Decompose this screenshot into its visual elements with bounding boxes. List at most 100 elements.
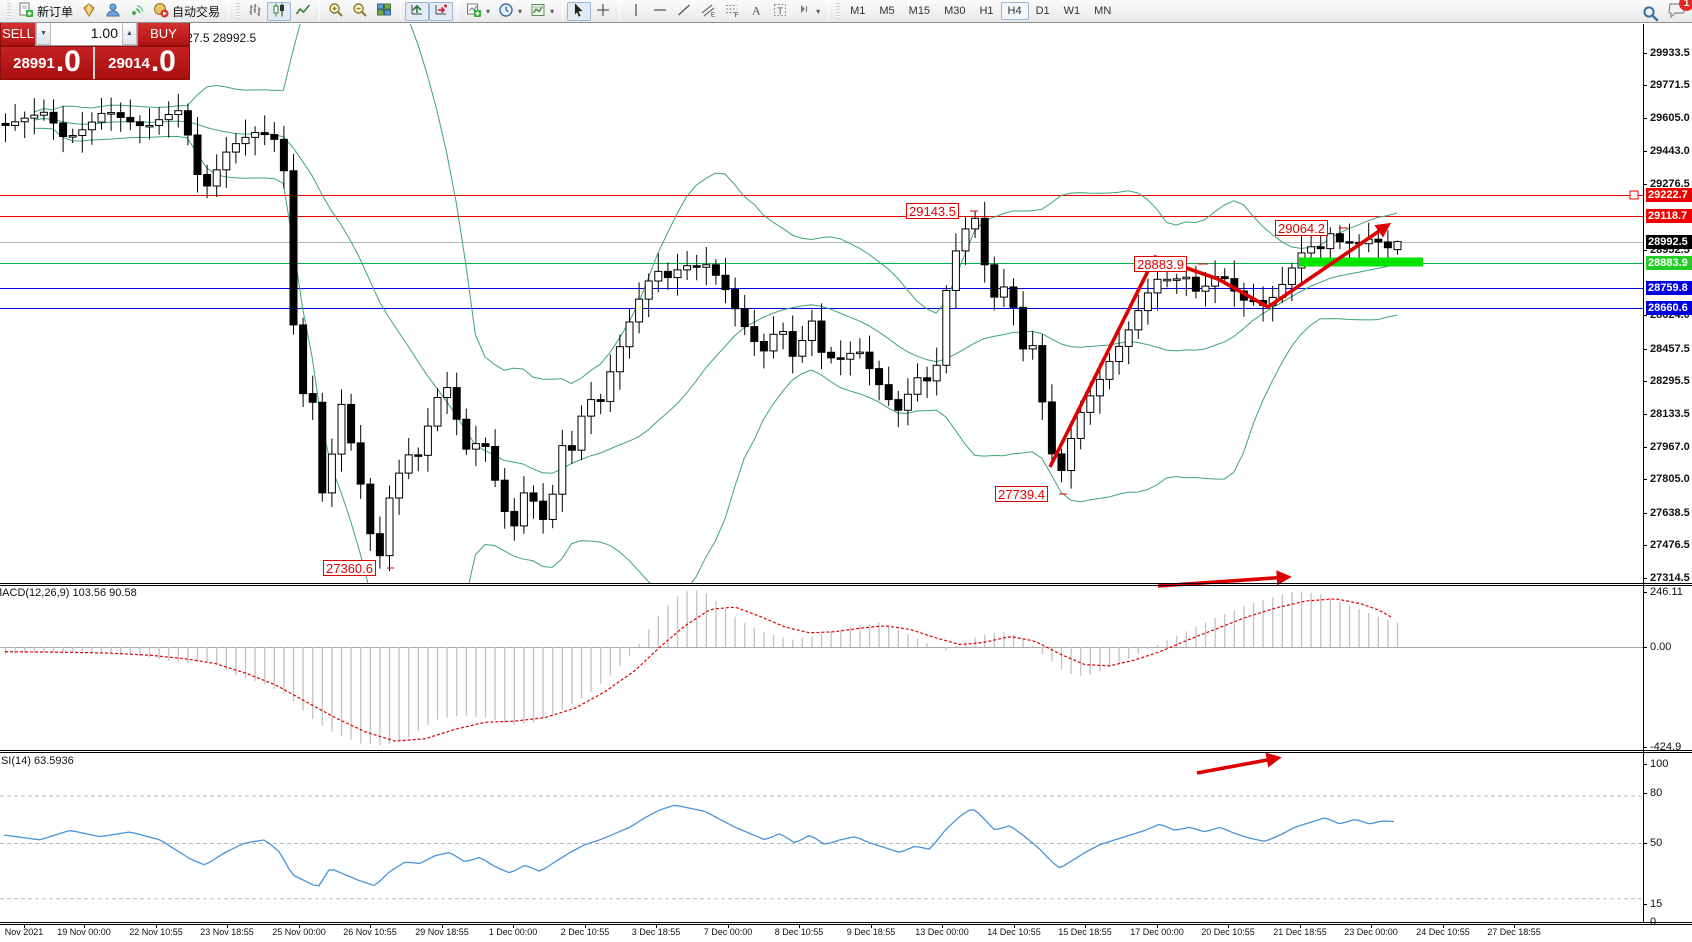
price-axis-tick: 27314.5 (1650, 572, 1692, 584)
magn-plus-icon (328, 2, 344, 21)
horizontal-line-button[interactable] (648, 2, 672, 21)
crosshair-button[interactable] (591, 2, 615, 21)
price-axis-tick: 28295.5 (1650, 375, 1692, 387)
price-axis-badge: 28759.8 (1646, 281, 1692, 295)
time-axis-label: 20 Dec 10:55 (1201, 927, 1255, 937)
price-axis-badge: 28992.5 (1646, 235, 1692, 249)
price-annotation-label[interactable]: 27360.6 (323, 560, 376, 576)
timeframe-button-h1[interactable]: H1 (972, 2, 1000, 20)
rsi-axis-tick: 50 (1650, 837, 1692, 849)
volume-value[interactable]: 1.00 (51, 21, 122, 45)
magn-minus-icon (352, 2, 368, 21)
tiles-icon (376, 2, 392, 21)
volume-decrease-button[interactable]: ▼ (36, 21, 51, 45)
label-button[interactable]: T (768, 2, 792, 21)
timeframe-button-m1[interactable]: M1 (843, 2, 872, 20)
timeframe-button-w1[interactable]: W1 (1057, 2, 1088, 20)
chart-window[interactable]: JPN225-,H4 28952.5 28997.5 28927.5 28992… (0, 24, 1692, 942)
price-axis-tick: 27476.5 (1650, 539, 1692, 551)
volume-increase-button[interactable]: ▲ (122, 21, 137, 45)
hline-icon (652, 2, 668, 21)
toolbar-button-label: 新订单 (37, 3, 73, 20)
price-axis-badge: 29222.7 (1646, 188, 1692, 202)
sell-button[interactable]: SELL (0, 20, 35, 46)
candlestick-chart-button[interactable] (267, 2, 291, 21)
chat-icon[interactable]: 1 (1668, 2, 1686, 23)
timeframe-button-mn[interactable]: MN (1087, 2, 1118, 20)
time-axis-label: 8 Dec 10:55 (775, 927, 824, 937)
market-watch-button[interactable] (77, 2, 101, 21)
trendline-button[interactable] (672, 2, 696, 21)
buy-price[interactable]: 29014 .0 (95, 47, 189, 79)
chevron-down-icon[interactable]: ▾ (816, 7, 820, 16)
timeframe-button-m30[interactable]: M30 (937, 2, 972, 20)
time-axis-label: 29 Nov 18:55 (415, 927, 469, 937)
vline-icon (628, 2, 644, 21)
signals-button[interactable] (125, 2, 149, 21)
time-axis-label: 3 Dec 18:55 (632, 927, 681, 937)
new-order-button[interactable]: 新订单 (14, 2, 77, 21)
chart-shift-button[interactable] (429, 2, 453, 21)
periods-button[interactable]: ▾ (494, 2, 526, 21)
toolbar-grip[interactable] (836, 3, 840, 19)
tile-windows-button[interactable] (372, 2, 396, 21)
terminal-window: 新订单 自动交易 ▾ ▾ ▾ E FAT ▾ M1M5M15M30H1H4D1W1MN 1 (0, 0, 1692, 942)
toolbar-separator (228, 3, 229, 19)
fibonacci-button[interactable]: F (720, 2, 744, 21)
candles-icon (271, 2, 287, 21)
price-axis-tick: 29443.0 (1650, 145, 1692, 157)
autoscroll-icon (409, 2, 425, 21)
macd-indicator-label: MACD(12,26,9) 103.56 90.58 (0, 587, 137, 599)
timeframe-button-h4[interactable]: H4 (1001, 2, 1029, 20)
toolbar-separator (400, 3, 401, 19)
rsi-axis-tick: 100 (1650, 758, 1692, 770)
timeframe-button-d1[interactable]: D1 (1029, 2, 1057, 20)
indicators-button[interactable]: ▾ (462, 2, 494, 21)
price-annotation-label[interactable]: 27739.4 (995, 486, 1048, 502)
timeframe-button-m15[interactable]: M15 (902, 2, 937, 20)
autotrading-button[interactable]: 自动交易 (149, 2, 224, 21)
line-chart-button[interactable] (291, 2, 315, 21)
crystal-icon (81, 2, 97, 21)
chevron-down-icon[interactable]: ▾ (550, 7, 554, 16)
shapes-button[interactable]: ▾ (792, 2, 824, 21)
price-annotation-label[interactable]: 29143.5 (906, 203, 959, 219)
cursor-button[interactable] (567, 2, 591, 21)
templates-button[interactable]: ▾ (526, 2, 558, 21)
timeframe-button-m5[interactable]: M5 (872, 2, 901, 20)
price-chart-canvas[interactable] (0, 24, 1692, 942)
toolbar-grip[interactable] (236, 3, 240, 19)
time-axis-label: 23 Nov 18:55 (200, 927, 254, 937)
chevron-down-icon[interactable]: ▾ (486, 7, 490, 16)
person-icon (105, 2, 121, 21)
toolbar-grip[interactable] (7, 3, 11, 19)
volume-input[interactable]: ▼ 1.00 ▲ (35, 20, 138, 46)
rsi-axis-tick: 15 (1650, 898, 1692, 910)
svg-text:E: E (711, 12, 715, 18)
text-button[interactable]: A (744, 2, 768, 21)
price-axis-tick: 27805.0 (1650, 473, 1692, 485)
rsi-axis-tick: 0 (1650, 916, 1692, 928)
zoom-out-button[interactable] (348, 2, 372, 21)
time-axis-label: 22 Nov 10:55 (129, 927, 183, 937)
chevron-down-icon[interactable]: ▾ (518, 7, 522, 16)
time-axis-label: 14 Dec 10:55 (987, 927, 1041, 937)
time-axis-label: 9 Dec 18:55 (847, 927, 896, 937)
buy-button[interactable]: BUY (138, 20, 190, 46)
auto-scroll-button[interactable] (405, 2, 429, 21)
price-annotation-label[interactable]: 28883.9 (1134, 256, 1187, 272)
fibo-icon: F (724, 2, 740, 21)
search-icon[interactable] (1642, 5, 1658, 21)
profiles-button[interactable] (101, 2, 125, 21)
price-axis-badge: 28660.6 (1646, 301, 1692, 315)
zoom-in-button[interactable] (324, 2, 348, 21)
svg-text:A: A (752, 3, 761, 17)
vertical-line-button[interactable] (624, 2, 648, 21)
sell-price[interactable]: 28991 .0 (1, 47, 95, 79)
price-annotation-label[interactable]: 29064.2 (1275, 220, 1328, 236)
time-axis-label: 23 Dec 00:00 (1344, 927, 1398, 937)
bar-chart-button[interactable] (243, 2, 267, 21)
price-axis-tick: 29605.0 (1650, 112, 1692, 124)
price-axis-tick: 28133.5 (1650, 408, 1692, 420)
channel-button[interactable]: E (696, 2, 720, 21)
